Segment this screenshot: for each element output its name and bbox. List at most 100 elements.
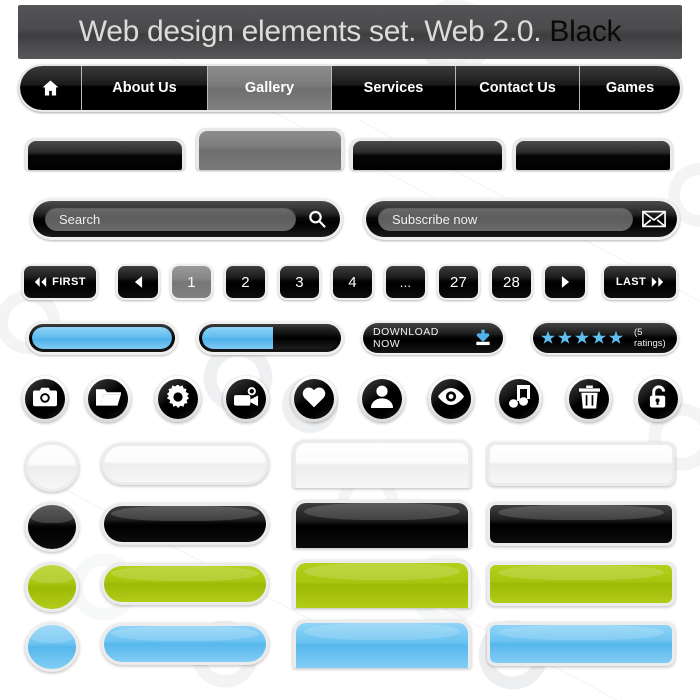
- eye-icon: [438, 388, 464, 410]
- ui-kit-canvas: Web design elements set. Web 2.0. Black …: [0, 0, 700, 700]
- search-input[interactable]: Search: [45, 207, 296, 231]
- trash-icon: [578, 385, 600, 414]
- gear-icon: [166, 383, 190, 414]
- icon-button-user[interactable]: [359, 376, 405, 422]
- download-icon: [473, 328, 493, 348]
- nav-item-label: About Us: [112, 80, 177, 96]
- pagination-last-button[interactable]: LAST: [602, 264, 678, 300]
- nav-item-about-us[interactable]: About Us: [82, 66, 208, 110]
- icon-button-settings[interactable]: [155, 376, 201, 422]
- pagination-page-label: 1: [187, 273, 196, 291]
- icon-button-delete[interactable]: [566, 376, 612, 422]
- nav-item-label: Services: [363, 80, 424, 96]
- download-button[interactable]: DOWNLOAD NOW: [361, 321, 505, 355]
- nav-item-gallery[interactable]: Gallery: [208, 66, 332, 110]
- blank-button-blue-rect[interactable]: [487, 622, 675, 666]
- pagination-page-label: 2: [241, 273, 250, 291]
- double-chevron-right-icon: [651, 277, 664, 287]
- pagination-page-label: 28: [502, 273, 521, 291]
- camera-icon: [33, 387, 57, 412]
- blank-button-blue-pill[interactable]: [101, 623, 269, 665]
- page-title: Web design elements set. Web 2.0. Black: [79, 15, 622, 49]
- nav-item-label: Contact Us: [479, 80, 556, 96]
- page-title-dark: Black: [549, 15, 622, 48]
- tab-3[interactable]: [350, 138, 505, 170]
- star-icon: [609, 331, 623, 344]
- blank-button-white-tabtop[interactable]: [293, 440, 471, 488]
- star-rating[interactable]: [541, 331, 623, 345]
- subscribe-bar: Subscribe now: [363, 198, 680, 240]
- pagination-page-2[interactable]: 2: [224, 264, 267, 300]
- blank-button-blue-tabtop[interactable]: [293, 620, 471, 668]
- icon-button-music[interactable]: [496, 376, 542, 422]
- blank-button-black-tabtop[interactable]: [293, 500, 471, 548]
- nav-item-games[interactable]: Games: [580, 66, 680, 110]
- nav-item-services[interactable]: Services: [332, 66, 456, 110]
- icon-button-favorite[interactable]: [291, 376, 337, 422]
- blank-button-white-circle[interactable]: [25, 442, 79, 492]
- rating-widget[interactable]: (5 ratings): [531, 321, 679, 355]
- progress-bar-partial: [196, 321, 344, 355]
- pagination-page-label: 27: [449, 273, 468, 291]
- icon-button-video[interactable]: [223, 376, 269, 422]
- star-icon: [575, 331, 589, 344]
- unlock-icon: [648, 384, 669, 414]
- nav-item-label: Gallery: [244, 80, 295, 96]
- progress-bar-full: [26, 321, 178, 355]
- pagination-page-27[interactable]: 27: [437, 264, 480, 300]
- star-icon: [592, 331, 606, 344]
- subscribe-input[interactable]: Subscribe now: [378, 207, 633, 231]
- pagination-first-button[interactable]: FIRST: [22, 264, 98, 300]
- pagination-next-button[interactable]: [543, 264, 587, 300]
- pagination-ellipsis[interactable]: ...: [384, 264, 427, 300]
- nav-item-contact-us[interactable]: Contact Us: [456, 66, 580, 110]
- heart-icon: [302, 386, 326, 413]
- page-title-light: Web design elements set. Web 2.0.: [78, 15, 542, 48]
- rating-count-label: (5 ratings): [634, 327, 666, 349]
- home-icon: [40, 78, 61, 98]
- tab-1[interactable]: [25, 138, 185, 170]
- blank-button-green-pill[interactable]: [101, 563, 269, 605]
- blank-button-white-rect[interactable]: [487, 442, 675, 486]
- pagination-page-28[interactable]: 28: [490, 264, 533, 300]
- icon-button-unlock[interactable]: [635, 376, 681, 422]
- pagination-prev-button[interactable]: [116, 264, 160, 300]
- folder-icon: [95, 387, 121, 412]
- pagination-page-label: ...: [399, 274, 412, 290]
- pagination-page-3[interactable]: 3: [278, 264, 321, 300]
- icon-button-camera[interactable]: [22, 376, 68, 422]
- star-icon: [558, 331, 572, 344]
- chevron-right-icon: [561, 276, 570, 288]
- search-bar: Search: [30, 198, 343, 240]
- blank-button-green-circle[interactable]: [25, 562, 79, 612]
- blank-button-black-rect[interactable]: [487, 502, 675, 546]
- blank-button-blue-circle[interactable]: [25, 622, 79, 672]
- chevron-left-icon: [134, 276, 143, 288]
- user-icon: [371, 385, 393, 413]
- tab-2-active[interactable]: [196, 128, 344, 170]
- blank-button-black-circle[interactable]: [25, 502, 79, 552]
- blank-button-black-pill[interactable]: [101, 503, 269, 545]
- envelope-icon[interactable]: [641, 210, 667, 228]
- pagination-page-4[interactable]: 4: [331, 264, 374, 300]
- double-chevron-left-icon: [34, 277, 47, 287]
- pagination-first-label: FIRST: [52, 276, 86, 288]
- tab-4[interactable]: [513, 138, 673, 170]
- main-navigation: About Us Gallery Services Contact Us Gam…: [18, 64, 682, 112]
- video-camera-icon: [233, 386, 259, 412]
- icon-button-folder[interactable]: [85, 376, 131, 422]
- blank-button-white-pill[interactable]: [101, 443, 269, 485]
- star-icon: [541, 331, 555, 344]
- icon-button-view[interactable]: [428, 376, 474, 422]
- download-label: DOWNLOAD NOW: [373, 326, 439, 350]
- pagination-page-label: 3: [295, 273, 304, 291]
- search-icon[interactable]: [304, 209, 330, 229]
- pagination-page-1[interactable]: 1: [170, 264, 213, 300]
- nav-item-label: Games: [605, 80, 655, 96]
- blank-button-green-rect[interactable]: [487, 562, 675, 606]
- page-title-bar: Web design elements set. Web 2.0. Black: [18, 5, 682, 59]
- music-note-icon: [508, 385, 530, 413]
- sidebar-item-home[interactable]: [20, 66, 82, 110]
- pagination-last-label: LAST: [615, 276, 647, 288]
- blank-button-green-tabtop[interactable]: [293, 560, 471, 608]
